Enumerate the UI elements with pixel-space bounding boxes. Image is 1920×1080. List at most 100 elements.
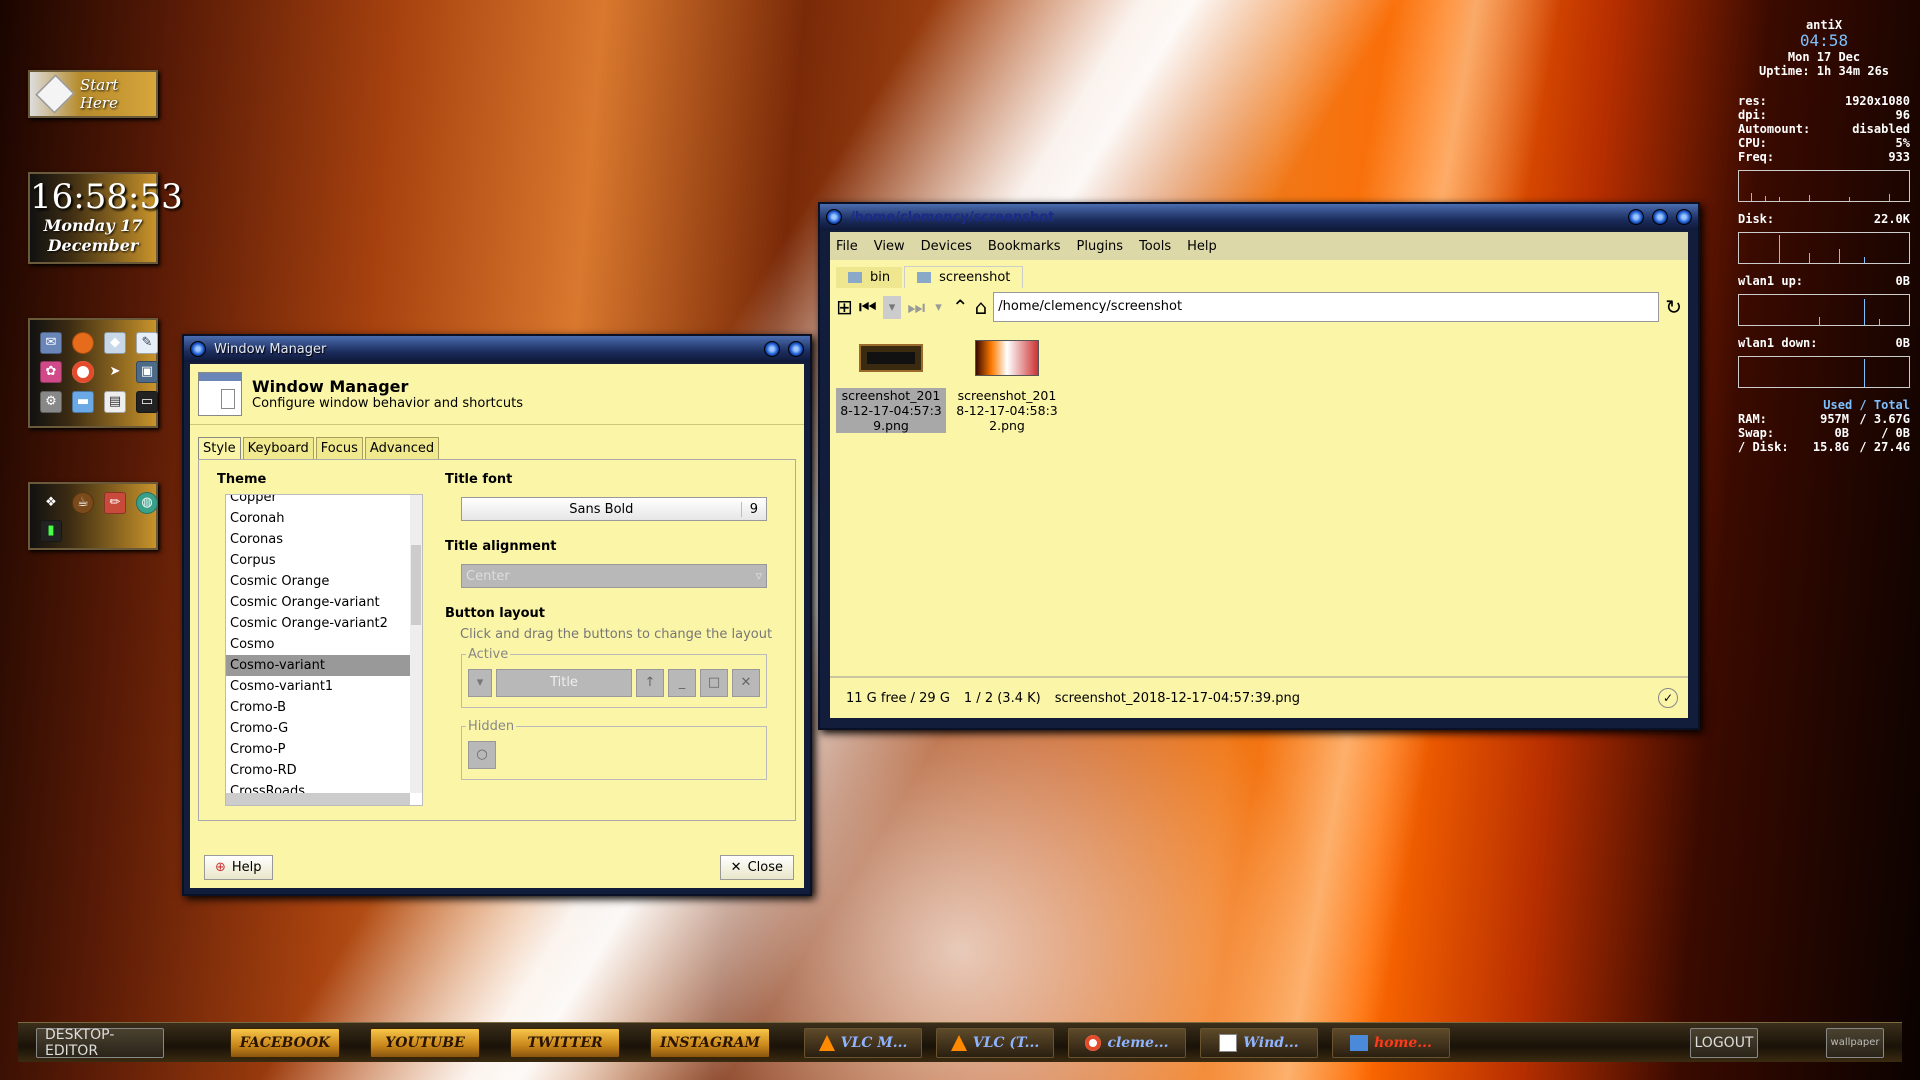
dropbox-icon[interactable]: ❖	[40, 492, 62, 514]
title-alignment-select[interactable]: Center ▿	[461, 564, 767, 588]
history-back-dropdown[interactable]: ▾	[882, 295, 902, 319]
flower-icon[interactable]: ✿	[40, 361, 62, 384]
tab-focus[interactable]: Focus	[315, 437, 363, 459]
theme-list-item[interactable]: Cromo-RD	[226, 760, 412, 781]
start-here-button[interactable]: Start Here	[28, 70, 158, 118]
history-forward-dropdown[interactable]: ▾	[931, 300, 946, 315]
window-menu-icon[interactable]	[190, 341, 206, 357]
menu-plugins[interactable]: Plugins	[1077, 239, 1124, 254]
image-viewer-icon[interactable]: ▣	[136, 361, 158, 384]
help-button[interactable]: ⊕ Help	[204, 855, 273, 880]
theme-list-item[interactable]: Corpus	[226, 550, 412, 571]
desktop-editor-button[interactable]: DESKTOP-EDITOR	[36, 1027, 164, 1059]
tab-screenshot[interactable]: screenshot	[904, 266, 1024, 288]
stat-row: Automount: disabled	[1738, 122, 1910, 136]
file-name: screenshot_201 8-12-17-04:57:3 9.png	[836, 388, 946, 433]
paint-icon[interactable]: ✏	[104, 492, 126, 514]
forward-icon[interactable]: ⏭	[907, 295, 925, 319]
menu-drag-button[interactable]: ▾	[468, 669, 492, 697]
theme-list-item[interactable]: Cosmic Orange-variant	[226, 592, 412, 613]
menu-devices[interactable]: Devices	[921, 239, 972, 254]
theme-list-item[interactable]: Copper	[226, 495, 412, 508]
tab-keyboard[interactable]: Keyboard	[242, 437, 314, 459]
maximize-drag-button[interactable]: □	[700, 669, 728, 697]
menu-file[interactable]: File	[836, 239, 858, 254]
task-window-manager[interactable]: Wind...	[1200, 1027, 1318, 1058]
telegram-icon[interactable]: ➤	[104, 361, 126, 383]
minimize-button[interactable]	[1628, 209, 1644, 225]
mail-icon[interactable]: ✉	[40, 332, 62, 354]
theme-hscrollbar[interactable]	[226, 793, 410, 805]
up-icon[interactable]: ⌃	[952, 295, 969, 319]
theme-list[interactable]: Copper Coronah Coronas Corpus Cosmic Orange C…	[225, 494, 423, 806]
menu-tools[interactable]: Tools	[1139, 239, 1171, 254]
title-font-button[interactable]: Sans Bold 9	[461, 497, 767, 521]
back-icon[interactable]: ⏮	[859, 295, 877, 319]
window-menu-icon[interactable]	[826, 209, 842, 225]
gem-icon[interactable]: ◆	[104, 332, 126, 354]
fm-titlebar[interactable]: /home/clemency/screenshot	[820, 204, 1698, 230]
tab-bin[interactable]: bin	[836, 267, 903, 288]
menu-bookmarks[interactable]: Bookmarks	[988, 239, 1061, 254]
task-file-manager[interactable]: home...	[1332, 1027, 1450, 1058]
reload-icon[interactable]: ↻	[1665, 295, 1682, 319]
coffee-icon[interactable]: ☕	[72, 492, 94, 514]
maximize-button[interactable]	[1652, 209, 1668, 225]
theme-list-item[interactable]: Cosmo-variant1	[226, 676, 412, 697]
button-layout-hint: Click and drag the buttons to change the…	[460, 627, 773, 642]
folder-icon[interactable]: ▬	[72, 390, 94, 413]
taskbar: DESKTOP-EDITOR FACEBOOK YOUTUBE TWITTER …	[18, 1022, 1902, 1062]
theme-list-item[interactable]: Cosmo	[226, 634, 412, 655]
settings-icon[interactable]: ⚙	[40, 390, 62, 413]
youtube-link[interactable]: YOUTUBE	[370, 1027, 480, 1058]
theme-scrollbar[interactable]	[410, 495, 422, 793]
shade-drag-button[interactable]: ↑	[636, 669, 664, 697]
theme-list-item[interactable]: Cosmo-variant	[226, 655, 412, 676]
terminal-icon[interactable]: ▭	[136, 390, 158, 413]
theme-list-item[interactable]: Coronas	[226, 529, 412, 550]
tab-advanced[interactable]: Advanced	[364, 437, 440, 459]
task-vlc-1[interactable]: VLC M...	[804, 1027, 922, 1058]
title-drag-button[interactable]: Title	[496, 669, 632, 697]
wallpaper-button[interactable]: wallpaper	[1826, 1027, 1884, 1058]
wm-titlebar[interactable]: Window Manager	[184, 336, 810, 362]
logout-button[interactable]: LOGOUT	[1690, 1027, 1758, 1058]
file-view[interactable]: screenshot_201 8-12-17-04:57:3 9.png scr…	[830, 328, 1688, 650]
theme-list-item[interactable]: Cromo-B	[226, 697, 412, 718]
monitor-icon[interactable]: ▮	[40, 520, 62, 542]
close-drag-button[interactable]: ✕	[732, 669, 760, 697]
firefox-icon[interactable]	[72, 332, 94, 354]
task-chrome[interactable]: cleme...	[1068, 1027, 1186, 1058]
instagram-link[interactable]: INSTAGRAM	[650, 1027, 770, 1058]
twitter-link[interactable]: TWITTER	[510, 1027, 620, 1058]
chrome-icon	[1085, 1034, 1102, 1051]
file-item[interactable]: screenshot_201 8-12-17-04:58:3 2.png	[952, 340, 1062, 433]
theme-list-item[interactable]: Cromo-P	[226, 739, 412, 760]
editor-icon[interactable]: ✎	[136, 332, 158, 354]
image-thumbnail-icon	[859, 344, 923, 372]
minimize-button[interactable]	[764, 341, 780, 357]
task-vlc-2[interactable]: VLC (T...	[936, 1027, 1054, 1058]
path-input[interactable]: /home/clemency/screenshot	[993, 292, 1660, 322]
home-icon[interactable]: ⌂	[975, 295, 988, 319]
close-button[interactable]	[1676, 209, 1692, 225]
globe-icon[interactable]: ◍	[136, 492, 158, 514]
new-tab-icon[interactable]: ⊞	[836, 295, 853, 319]
theme-list-item[interactable]: Cosmic Orange	[226, 571, 412, 592]
status-free: 11 G free / 29 G	[846, 690, 950, 706]
menu-help[interactable]: Help	[1187, 239, 1217, 254]
theme-list-item[interactable]: Coronah	[226, 508, 412, 529]
theme-list-item[interactable]: Cosmic Orange-variant2	[226, 613, 412, 634]
chrome-icon[interactable]	[72, 361, 94, 384]
facebook-link[interactable]: FACEBOOK	[230, 1027, 340, 1058]
file-item[interactable]: screenshot_201 8-12-17-04:57:3 9.png	[836, 344, 946, 433]
stick-drag-button[interactable]: ○	[468, 741, 496, 769]
tab-style[interactable]: Style	[198, 437, 241, 459]
document-icon[interactable]: ▤	[104, 390, 126, 413]
maximize-button[interactable]	[788, 341, 804, 357]
theme-list-item[interactable]: Cromo-G	[226, 718, 412, 739]
menu-view[interactable]: View	[874, 239, 905, 254]
status-file: screenshot_2018-12-17-04:57:39.png	[1054, 690, 1300, 706]
minimize-drag-button[interactable]: _	[668, 669, 696, 697]
close-button[interactable]: ✕ Close	[719, 855, 794, 880]
